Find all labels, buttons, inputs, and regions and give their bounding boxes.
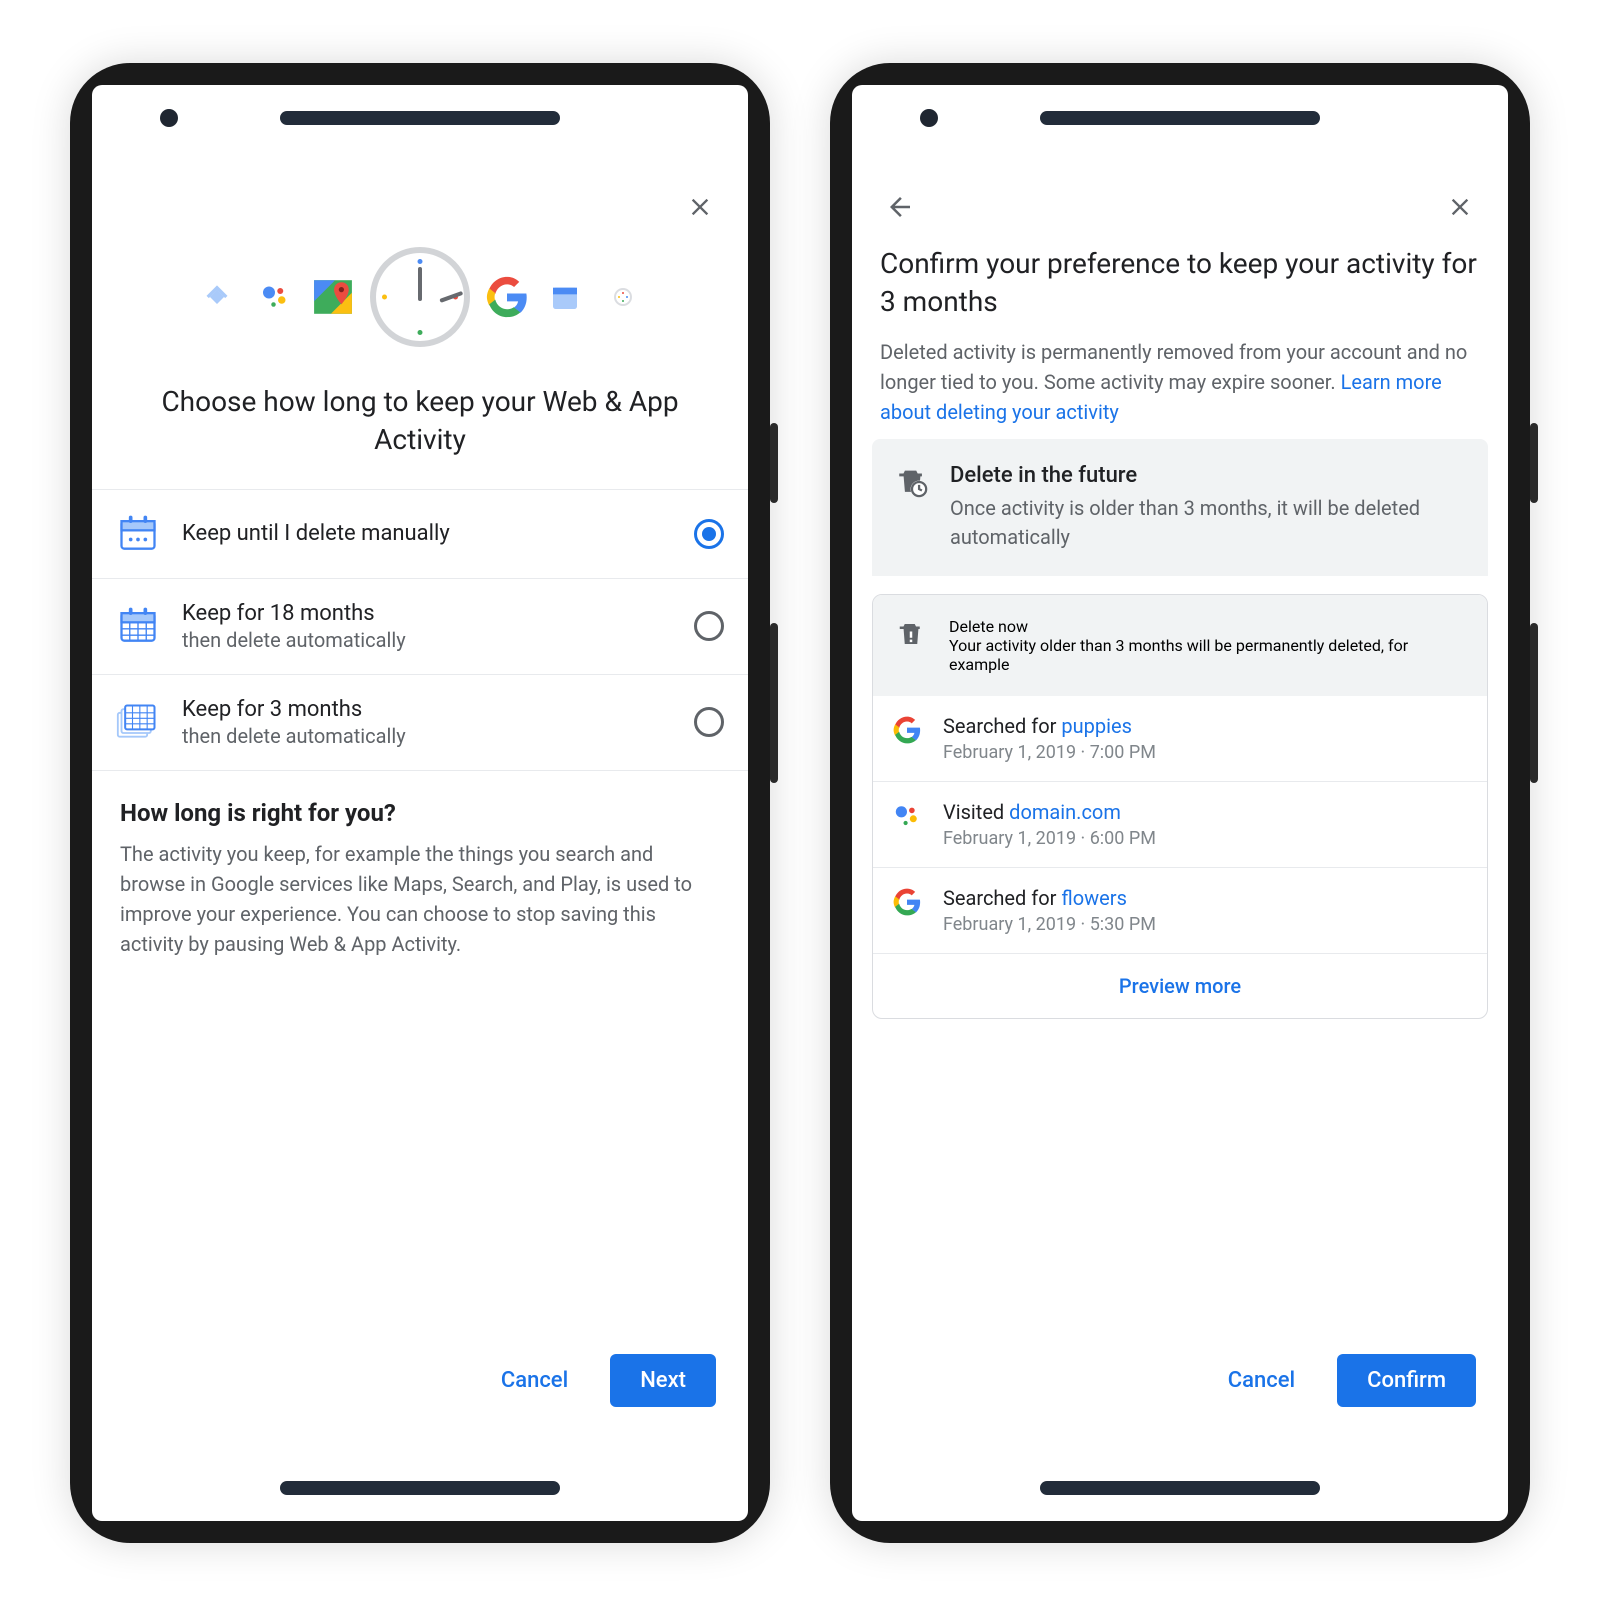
option-label: Keep until I delete manually — [182, 521, 672, 546]
top-bar — [116, 175, 724, 235]
help-heading: How long is right for you? — [120, 799, 720, 827]
google-g-icon — [486, 276, 528, 318]
block-title: Delete in the future — [950, 463, 1466, 488]
camera-dot — [920, 109, 938, 127]
option-manual[interactable]: Keep until I delete manually — [92, 490, 748, 579]
assistant-icon — [254, 276, 296, 318]
option-3-months[interactable]: Keep for 3 months then delete automatica… — [92, 675, 748, 771]
activity-row: Searched for flowers February 1, 2019 · … — [873, 868, 1487, 954]
hero-icons — [116, 247, 724, 347]
activity-title: Searched for puppies — [943, 714, 1156, 738]
subtitle: Deleted activity is permanently removed … — [880, 337, 1480, 427]
side-button — [770, 423, 778, 503]
camera-dot — [160, 109, 178, 127]
calendar-grid-icon — [116, 604, 160, 648]
top-bar — [876, 175, 1484, 235]
retention-options: Keep until I delete manually Keep for 18… — [92, 489, 748, 771]
page-title: Confirm your preference to keep your act… — [880, 245, 1480, 321]
activity-keyword: flowers — [1061, 886, 1127, 910]
tag-icon — [196, 276, 238, 318]
screen-right: Confirm your preference to keep your act… — [852, 85, 1508, 1521]
option-sublabel: then delete automatically — [182, 724, 672, 748]
radio-unselected[interactable] — [694, 611, 724, 641]
option-label: Keep for 18 months — [182, 601, 672, 626]
back-arrow-icon[interactable] — [882, 189, 918, 225]
side-button — [1530, 423, 1538, 503]
close-icon[interactable] — [682, 189, 718, 225]
radio-selected[interactable] — [694, 519, 724, 549]
clock-icon — [370, 247, 470, 347]
activity-title: Visited domain.com — [943, 800, 1156, 824]
side-button — [770, 623, 778, 783]
calendar-stack-icon — [116, 700, 160, 744]
close-icon[interactable] — [1442, 189, 1478, 225]
activity-title: Searched for flowers — [943, 886, 1156, 910]
page-title: Choose how long to keep your Web & App A… — [136, 383, 704, 459]
block-desc: Your activity older than 3 months will b… — [949, 636, 1467, 674]
phone-mockup-right: Confirm your preference to keep your act… — [830, 63, 1530, 1543]
activity-meta: February 1, 2019 · 7:00 PM — [943, 742, 1156, 763]
help-body: The activity you keep, for example the t… — [120, 839, 720, 959]
dialog-footer: Cancel Next — [116, 1330, 724, 1431]
block-desc: Once activity is older than 3 months, it… — [950, 494, 1466, 552]
phone-mockup-left: Choose how long to keep your Web & App A… — [70, 63, 770, 1543]
option-label: Keep for 3 months — [182, 697, 672, 722]
google-g-icon — [893, 886, 925, 916]
auto-delete-icon — [894, 463, 930, 552]
delete-future-block: Delete in the future Once activity is ol… — [872, 439, 1488, 576]
calendar-icon — [544, 276, 586, 318]
option-18-months[interactable]: Keep for 18 months then delete automatic… — [92, 579, 748, 675]
side-button — [1530, 623, 1538, 783]
screen-left: Choose how long to keep your Web & App A… — [92, 85, 748, 1521]
google-g-icon — [893, 714, 925, 744]
assistant-icon — [893, 800, 925, 830]
calendar-dots-icon — [116, 512, 160, 556]
next-button[interactable]: Next — [610, 1354, 716, 1407]
activity-row: Visited domain.com February 1, 2019 · 6:… — [873, 782, 1487, 868]
card-header: Delete now Your activity older than 3 mo… — [873, 595, 1487, 696]
maps-icon — [312, 276, 354, 318]
activity-meta: February 1, 2019 · 5:30 PM — [943, 914, 1156, 935]
cancel-button[interactable]: Cancel — [483, 1356, 586, 1405]
option-sublabel: then delete automatically — [182, 628, 672, 652]
activity-keyword: domain.com — [1009, 800, 1121, 824]
cancel-button[interactable]: Cancel — [1210, 1356, 1313, 1405]
radio-unselected[interactable] — [694, 707, 724, 737]
preview-more-link[interactable]: Preview more — [873, 954, 1487, 1018]
activity-keyword: puppies — [1061, 714, 1132, 738]
block-title: Delete now — [949, 617, 1467, 636]
trash-alert-icon — [893, 617, 929, 674]
activity-row: Searched for puppies February 1, 2019 · … — [873, 696, 1487, 782]
confirm-button[interactable]: Confirm — [1337, 1354, 1476, 1407]
dialog-footer: Cancel Confirm — [876, 1330, 1484, 1431]
misc-icon — [602, 276, 644, 318]
activity-meta: February 1, 2019 · 6:00 PM — [943, 828, 1156, 849]
delete-now-card: Delete now Your activity older than 3 mo… — [872, 594, 1488, 1019]
